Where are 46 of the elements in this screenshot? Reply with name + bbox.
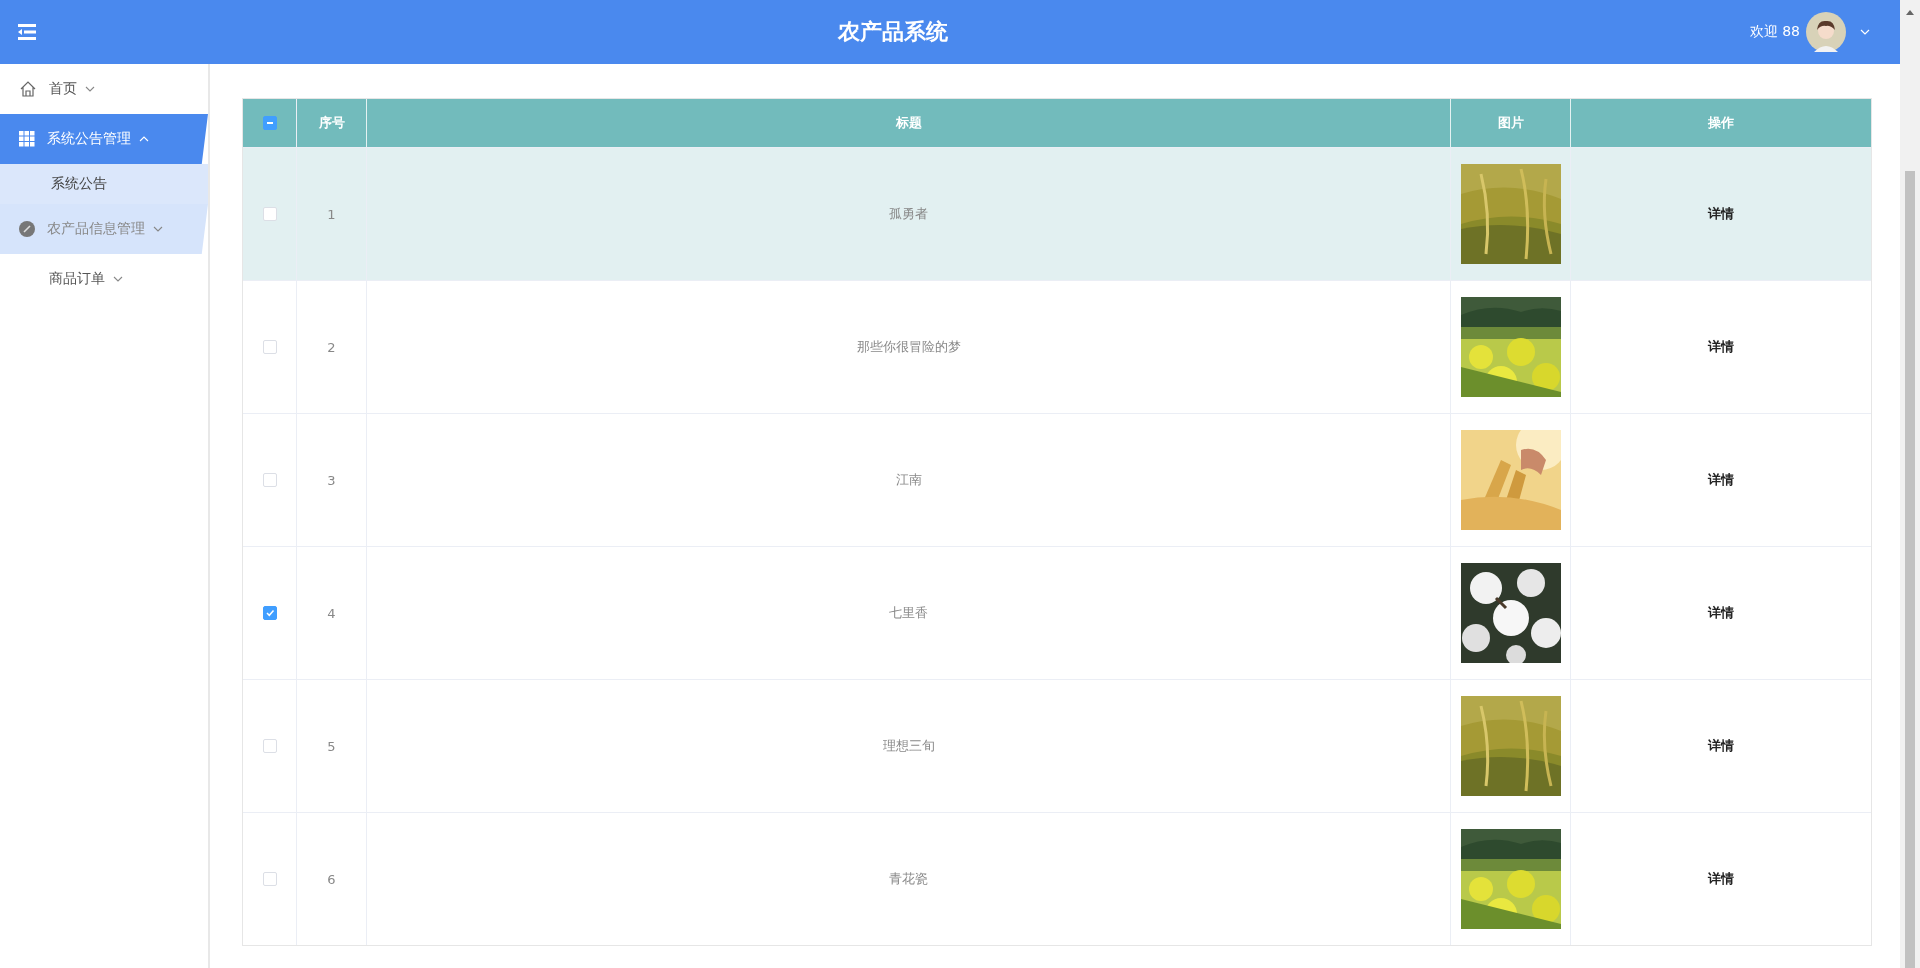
caret-icon <box>113 276 123 282</box>
table-row[interactable]: 3 江南 详情 <box>243 413 1871 546</box>
scrollbar-thumb[interactable] <box>1905 171 1915 968</box>
details-link[interactable]: 详情 <box>1708 471 1734 489</box>
caret-icon[interactable] <box>1860 29 1870 35</box>
scroll-up-icon[interactable] <box>1906 10 1914 15</box>
app-title: 农产品系统 <box>836 18 949 46</box>
avatar-icon[interactable] <box>1806 12 1846 52</box>
title-text: 青花瓷 <box>889 870 928 888</box>
index-text: 1 <box>327 206 336 222</box>
caret-icon <box>153 226 163 232</box>
table-row[interactable]: 4 七里香 详情 <box>243 546 1871 679</box>
menu-item[interactable]: 首页 <box>0 64 208 114</box>
scrollbar[interactable] <box>1900 0 1920 968</box>
index-text: 5 <box>327 738 336 754</box>
details-link[interactable]: 详情 <box>1708 604 1734 622</box>
index-text: 6 <box>327 871 336 887</box>
welcome-text: 欢迎 88 <box>1749 23 1800 41</box>
select-all-checkbox[interactable] <box>262 116 277 130</box>
title-text: 理想三旬 <box>882 737 935 755</box>
submenu-item[interactable]: 系统公告 <box>0 164 208 204</box>
index-text: 4 <box>327 605 336 621</box>
check-icon <box>264 608 275 618</box>
menu-item[interactable]: 商品订单 <box>0 254 208 304</box>
table-row[interactable]: 6 青花瓷 详情 <box>243 812 1871 945</box>
details-link[interactable]: 详情 <box>1708 205 1734 223</box>
title-text: 江南 <box>895 471 922 489</box>
caret-icon <box>85 86 95 92</box>
table-row[interactable]: 5 理想三旬 详情 <box>243 679 1871 812</box>
title-text: 孤勇者 <box>889 205 928 223</box>
table-row[interactable]: 1 孤勇者 详情 <box>243 147 1871 280</box>
column-header: 操作 <box>1707 114 1735 132</box>
details-link[interactable]: 详情 <box>1708 737 1734 755</box>
grid-icon <box>19 131 35 147</box>
title-text: 七里香 <box>889 604 928 622</box>
title-text: 那些你很冒险的梦 <box>856 338 961 356</box>
details-link[interactable]: 详情 <box>1708 870 1734 888</box>
home-icon <box>19 80 37 98</box>
row-checkbox[interactable] <box>262 606 277 620</box>
menu-icon[interactable] <box>18 24 36 40</box>
caret-icon <box>139 136 149 142</box>
gauge-icon <box>19 221 35 237</box>
table-row[interactable]: 2 那些你很冒险的梦 详情 <box>243 280 1871 413</box>
details-link[interactable]: 详情 <box>1708 338 1734 356</box>
index-text: 3 <box>327 472 336 488</box>
index-text: 2 <box>327 339 336 355</box>
